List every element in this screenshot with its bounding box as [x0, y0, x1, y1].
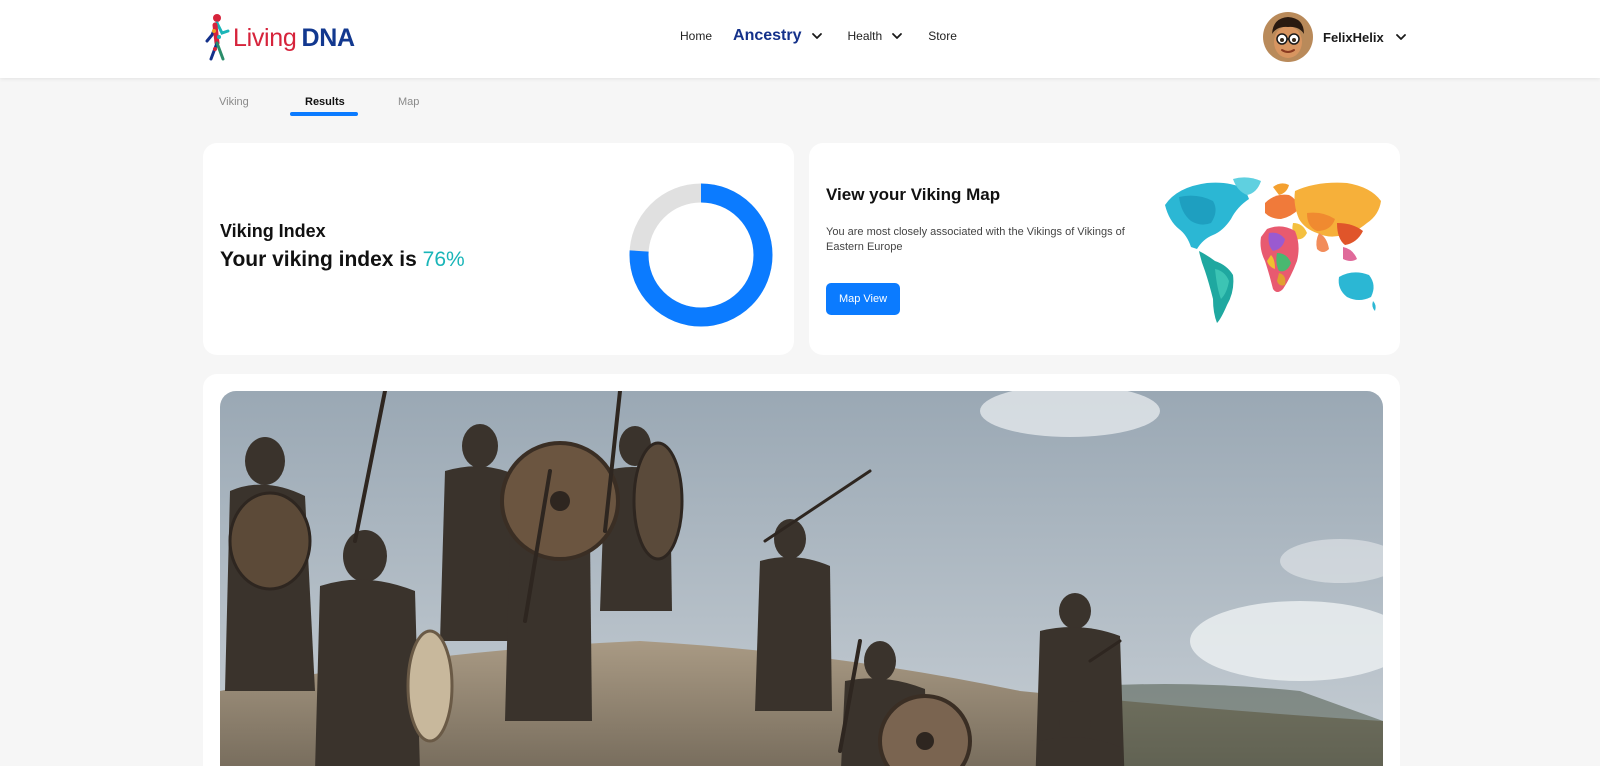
tab-results[interactable]: Results — [305, 96, 345, 108]
chevron-down-icon — [811, 33, 822, 39]
chevron-down-icon — [892, 33, 903, 39]
viking-index-donut-chart — [629, 183, 773, 327]
nav-health-menu[interactable]: Health — [848, 29, 905, 43]
main-nav: Home Ancestry Health Store — [680, 20, 957, 52]
username-label: FelixHelix — [1323, 29, 1384, 45]
user-menu[interactable]: FelixHelix — [1263, 12, 1408, 62]
vikings-battle-photo — [220, 391, 1383, 766]
avatar[interactable] — [1263, 12, 1313, 62]
active-tab-indicator — [290, 112, 358, 116]
nav-ancestry-label: Ancestry — [733, 27, 802, 44]
map-view-button[interactable]: Map View — [826, 283, 900, 315]
viking-map-card: View your Viking Map You are most closel… — [809, 143, 1400, 355]
living-dna-logo[interactable]: Living DNA — [203, 12, 355, 64]
viking-index-value: 76% — [422, 248, 465, 271]
viking-index-title: Viking Index — [220, 221, 326, 241]
viking-map-title: View your Viking Map — [826, 185, 1001, 204]
tab-viking[interactable]: Viking — [219, 96, 249, 108]
viking-index-statement: Your viking index is 76% — [220, 248, 465, 272]
viking-index-card: Viking Index Your viking index is 76% — [203, 143, 794, 355]
tab-map[interactable]: Map — [398, 96, 419, 108]
viking-index-prefix: Your viking index is — [220, 248, 423, 271]
top-header: Living DNA Home Ancestry Health Store Fe… — [0, 0, 1600, 78]
cartoon-avatar-icon — [1263, 12, 1313, 62]
viking-map-description: You are most closely associated with the… — [826, 226, 1125, 253]
nav-store-link[interactable]: Store — [928, 29, 957, 43]
vikings-photo-illustration — [220, 391, 1383, 766]
dna-figure-logo-icon — [205, 14, 230, 61]
nav-health-label: Health — [847, 29, 883, 43]
viking-hero-card — [203, 374, 1400, 766]
world-map-image — [1165, 177, 1381, 323]
logo-word-dna: DNA — [301, 23, 356, 52]
chevron-down-icon — [1395, 34, 1406, 40]
nav-ancestry-menu[interactable]: Ancestry — [733, 27, 823, 45]
logo-wordmark: Living DNA — [233, 24, 355, 53]
logo-word-living: Living — [233, 23, 297, 52]
nav-home-link[interactable]: Home — [680, 29, 712, 43]
